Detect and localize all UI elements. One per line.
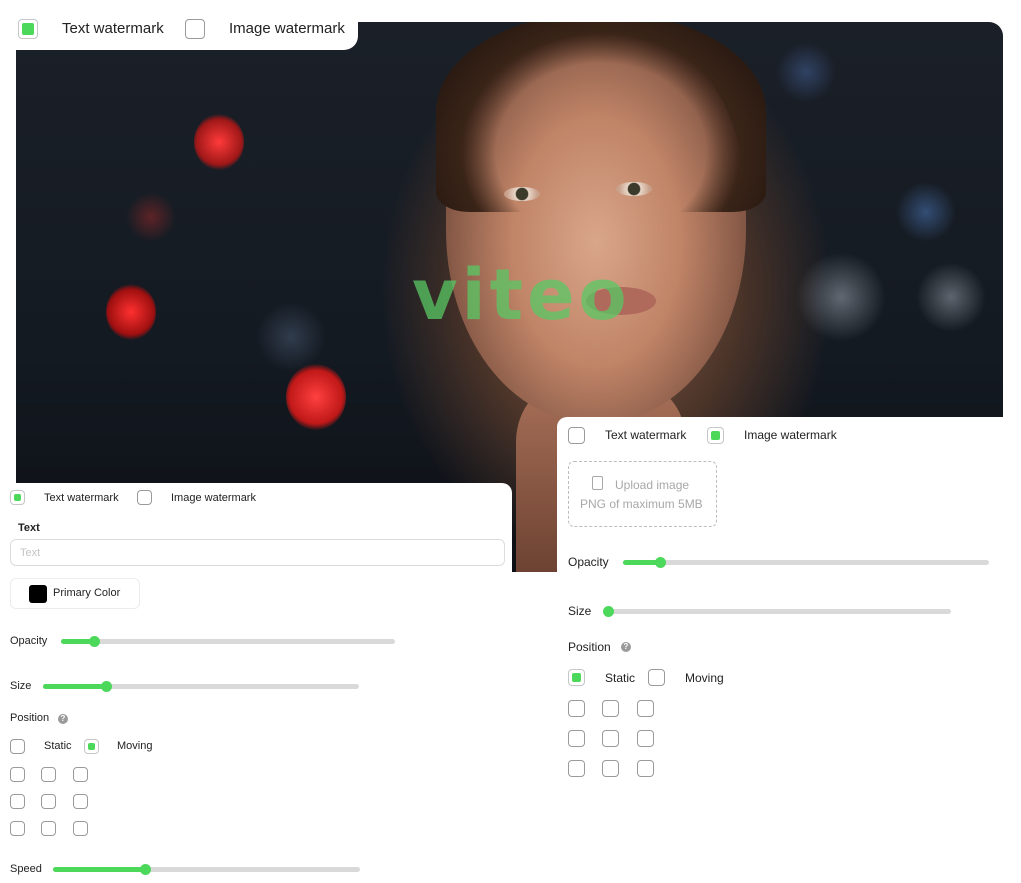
position-grid-cell[interactable] [568,760,585,777]
position-grid-cell[interactable] [637,730,654,747]
position-grid-cell[interactable] [602,730,619,747]
color-swatch [29,585,47,603]
primary-color-label: Primary Color [53,587,121,599]
position-grid-cell[interactable] [10,821,25,836]
position-label: Position [10,712,50,724]
opacity-slider[interactable] [61,636,395,647]
text-watermark-label: Text watermark [44,492,119,504]
position-grid-cell[interactable] [568,730,585,747]
bokeh-light [106,284,156,340]
position-grid-cell[interactable] [602,760,619,777]
text-watermark-checkbox[interactable] [568,427,585,444]
text-field-label: Text [18,522,40,534]
text-watermark-checkbox[interactable] [10,490,25,505]
bokeh-light [896,182,956,242]
size-label: Size [10,680,32,692]
file-icon [592,476,603,490]
opacity-label: Opacity [568,555,609,569]
opacity-slider-handle[interactable] [654,557,666,568]
text-watermark-label: Text watermark [605,428,687,442]
watermark-text: viteo [412,254,631,336]
position-grid-cell[interactable] [637,700,654,717]
bokeh-light [126,192,176,242]
static-label: Static [44,740,72,752]
image-watermark-label: Image watermark [229,20,345,37]
position-grid-cell[interactable] [10,794,25,809]
panel-background [0,572,560,883]
position-grid-cell[interactable] [10,767,25,782]
upload-title: Upload image [615,478,690,492]
text-watermark-label: Text watermark [62,20,164,37]
position-grid-cell[interactable] [568,700,585,717]
image-watermark-label: Image watermark [171,492,256,504]
position-grid-cell[interactable] [41,767,56,782]
hair [436,22,766,212]
question-icon[interactable]: ? [58,714,68,724]
position-grid-cell[interactable] [41,821,56,836]
speed-label: Speed [10,863,42,875]
speed-slider[interactable] [53,864,360,875]
image-watermark-checkbox[interactable] [185,19,205,39]
eye [616,182,652,196]
speed-slider-fill [53,867,146,872]
position-grid-cell[interactable] [602,700,619,717]
opacity-label: Opacity [10,635,48,647]
opacity-slider[interactable] [623,557,989,568]
position-grid-cell[interactable] [73,821,88,836]
bokeh-light [286,364,346,430]
moving-label: Moving [117,740,153,752]
upload-subtitle: PNG of maximum 5MB [580,497,703,511]
moving-label: Moving [685,671,724,685]
static-checkbox[interactable] [10,739,25,754]
moving-checkbox[interactable] [648,669,665,686]
position-grid-cell[interactable] [73,767,88,782]
question-icon[interactable]: ? [621,642,631,652]
primary-color-button[interactable]: Primary Color [10,578,140,609]
bokeh-light [796,252,886,342]
position-label: Position [568,640,611,654]
size-slider-fill [43,684,107,689]
static-label: Static [605,671,636,685]
size-slider[interactable] [43,681,359,692]
position-grid-cell[interactable] [637,760,654,777]
size-slider-handle[interactable] [603,606,614,617]
moving-checkbox[interactable] [84,739,99,754]
text-watermark-checkbox[interactable] [18,19,38,39]
size-slider[interactable] [603,606,951,617]
position-grid-cell[interactable] [73,794,88,809]
bokeh-light [916,262,986,332]
upload-image-dropzone[interactable]: Upload image PNG of maximum 5MB [568,461,717,527]
static-checkbox[interactable] [568,669,585,686]
image-watermark-checkbox[interactable] [137,490,152,505]
bokeh-light [194,114,244,170]
size-label: Size [568,604,592,618]
position-grid-cell[interactable] [41,794,56,809]
bokeh-light [776,42,836,102]
eye [504,187,540,201]
image-watermark-checkbox[interactable] [707,427,724,444]
image-watermark-label: Image watermark [744,428,837,442]
bokeh-light [256,302,326,372]
text-input[interactable] [10,539,505,566]
